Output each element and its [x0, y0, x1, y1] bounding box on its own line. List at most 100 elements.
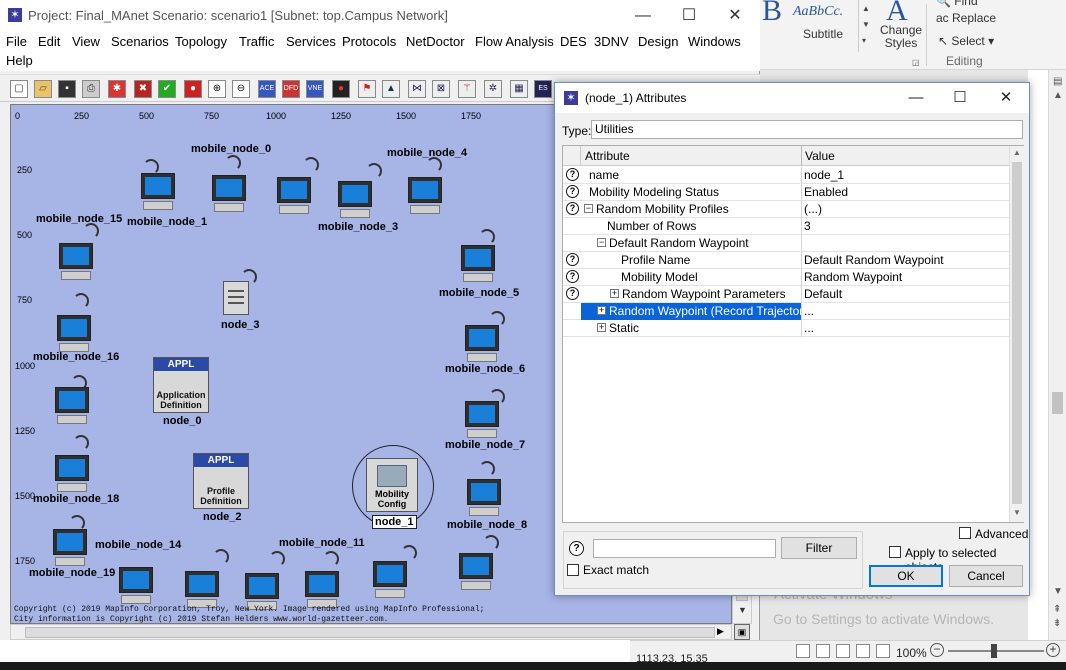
server-icon[interactable]: ▦ — [510, 80, 528, 98]
expand-icon[interactable]: + — [597, 323, 606, 332]
new-icon[interactable]: ▢ — [10, 80, 28, 98]
es-icon[interactable]: ES — [534, 80, 552, 98]
mobile-node[interactable]: mobile_node_7 — [441, 389, 531, 459]
chevron-down-icon[interactable]: ▼ — [1053, 586, 1063, 597]
traffic-light-icon[interactable]: ● — [332, 80, 350, 98]
ace-icon[interactable]: ACE — [258, 80, 276, 98]
help-icon[interactable]: ? — [566, 270, 579, 283]
mobile-node[interactable]: mobile_node_16 — [33, 293, 123, 363]
expand-icon[interactable]: + — [597, 306, 606, 315]
mobile-node[interactable]: mobile_node_4 — [386, 145, 476, 215]
menu-netdoctor[interactable]: NetDoctor — [406, 34, 465, 49]
zoom-out-icon[interactable]: − — [930, 643, 944, 657]
word-vertical-scrollbar[interactable]: ▤ ▲ ▼ ⇞ ⇟ — [1048, 70, 1066, 640]
maximize-button[interactable]: ☐ — [666, 0, 712, 31]
title-bar[interactable]: ✶ Project: Final_MAnet Scenario: scenari… — [0, 0, 760, 31]
menu-3dnv[interactable]: 3DNV — [594, 34, 629, 49]
delete-icon[interactable]: ✖ — [134, 80, 152, 98]
menu-view[interactable]: View — [72, 34, 100, 49]
menu-des[interactable]: DES — [560, 34, 587, 49]
zoom-level[interactable]: 100% — [896, 646, 927, 660]
menu-help[interactable]: Help — [6, 53, 33, 68]
application-definition-node[interactable]: APPL Application Definition node_0 — [151, 355, 241, 427]
zoom-slider-handle[interactable] — [991, 644, 997, 658]
bug-icon[interactable]: ✱ — [108, 80, 126, 98]
attribute-row-number-of-rows[interactable]: Number of Rows 3 — [563, 218, 1009, 235]
menu-edit[interactable]: Edit — [38, 34, 60, 49]
open-icon[interactable]: ▱ — [34, 80, 52, 98]
style-subtitle-label[interactable]: Subtitle — [803, 27, 843, 41]
change-styles-button[interactable]: Change Styles — [880, 24, 922, 50]
help-icon[interactable]: ? — [569, 541, 584, 556]
attribute-row-random-mobility-profiles[interactable]: ? − Random Mobility Profiles (...) — [563, 201, 1009, 218]
web-layout-icon[interactable] — [836, 644, 850, 658]
canvas-horizontal-scrollbar[interactable]: ▶ — [10, 624, 732, 640]
scroll-thumb[interactable] — [25, 627, 715, 638]
prev-page-icon[interactable]: ⇞ — [1053, 604, 1061, 615]
style-subtitle-sample[interactable]: AaBbCc. — [793, 4, 843, 20]
attribute-row-mobility-status[interactable]: ? Mobility Modeling Status Enabled — [563, 184, 1009, 201]
attribute-row-random-waypoint-parameters[interactable]: ? + Random Waypoint Parameters Default — [563, 286, 1009, 303]
help-icon[interactable]: ? — [566, 168, 579, 181]
vne-icon[interactable]: VNE — [306, 80, 324, 98]
print-layout-icon[interactable] — [796, 644, 810, 658]
print-icon[interactable]: ⎙ — [82, 80, 100, 98]
mobile-node[interactable]: mobile_node_11 — [277, 535, 367, 608]
mobile-node[interactable]: mobile_node_5 — [439, 229, 529, 299]
expand-icon[interactable]: + — [610, 289, 619, 298]
minimize-button[interactable]: — — [893, 83, 939, 113]
close-button[interactable]: ✕ — [712, 0, 758, 31]
cancel-button[interactable]: Cancel — [949, 565, 1023, 587]
more-icon[interactable]: ▾ — [862, 36, 866, 45]
triangle-icon[interactable]: ▲ — [382, 80, 400, 98]
mobile-node[interactable] — [439, 535, 529, 605]
attribute-row-record-trajectory[interactable]: + Random Waypoint (Record Trajectory) ..… — [563, 303, 1009, 320]
mobile-node[interactable]: mobile_node_15 — [35, 211, 125, 281]
maximize-button[interactable]: ☐ — [937, 83, 983, 113]
chevron-right-icon[interactable]: ▶ — [717, 626, 724, 637]
menu-protocols[interactable]: Protocols — [342, 34, 396, 49]
chevron-up-icon[interactable]: ▲ — [862, 4, 870, 13]
menu-traffic[interactable]: Traffic — [239, 34, 274, 49]
find-button[interactable]: 🔍 Find — [936, 0, 978, 8]
close-button[interactable]: ✕ — [983, 83, 1029, 113]
zoom-out-icon[interactable]: ⊖ — [232, 80, 250, 98]
dialog-launcher-icon[interactable]: ◲ — [912, 58, 920, 67]
menu-services[interactable]: Services — [286, 34, 336, 49]
mobile-node[interactable]: mobile_node_6 — [441, 311, 531, 381]
attribute-row-profile-name[interactable]: ? Profile Name Default Random Waypoint — [563, 252, 1009, 269]
select-button[interactable]: ↖ Select ▾ — [938, 34, 994, 48]
draft-view-icon[interactable] — [876, 644, 890, 658]
attribute-row-name[interactable]: ? name node_1 — [563, 167, 1009, 184]
collapse-icon[interactable]: − — [584, 204, 593, 213]
menu-file[interactable]: File — [6, 34, 27, 49]
filter-button[interactable]: Filter — [781, 537, 857, 559]
chevron-down-icon[interactable]: ▼ — [1013, 508, 1021, 517]
menu-windows[interactable]: Windows — [688, 34, 741, 49]
chevron-up-icon[interactable]: ▲ — [1013, 148, 1021, 157]
ruler-toggle-icon[interactable]: ▤ — [1053, 76, 1062, 87]
network-icon[interactable]: ✲ — [484, 80, 502, 98]
next-page-icon[interactable]: ⇟ — [1053, 618, 1061, 629]
select-icon[interactable]: ⋈ — [408, 80, 426, 98]
dfd-icon[interactable]: DFD — [282, 80, 300, 98]
filter-input[interactable] — [593, 539, 776, 558]
attribute-row-default-random-waypoint[interactable]: − Default Random Waypoint — [563, 235, 1009, 252]
word-page[interactable] — [1028, 70, 1048, 640]
help-icon[interactable]: ? — [566, 185, 579, 198]
save-icon[interactable]: ▪ — [58, 80, 76, 98]
menu-flow-analysis[interactable]: Flow Analysis — [475, 34, 554, 49]
styles-gallery-scroll[interactable]: ▲ ▼ ▾ — [858, 0, 872, 52]
menu-topology[interactable]: Topology — [175, 34, 227, 49]
ok-button[interactable]: OK — [869, 565, 943, 587]
mobile-node[interactable]: mobile_node_18 — [33, 435, 123, 505]
zoom-in-icon[interactable]: + — [1046, 643, 1060, 657]
config-icon[interactable]: ● — [184, 80, 202, 98]
attribute-row-mobility-model[interactable]: ? Mobility Model Random Waypoint — [563, 269, 1009, 286]
validate-icon[interactable]: ✔ — [158, 80, 176, 98]
grid-vertical-scrollbar[interactable]: ▲ ▼ — [1009, 146, 1024, 522]
scroll-thumb[interactable] — [1052, 392, 1063, 414]
overview-icon[interactable]: ▣ — [734, 624, 750, 640]
style-heading-sample[interactable]: B — [762, 0, 782, 28]
server-node[interactable]: node_3 — [209, 265, 299, 335]
